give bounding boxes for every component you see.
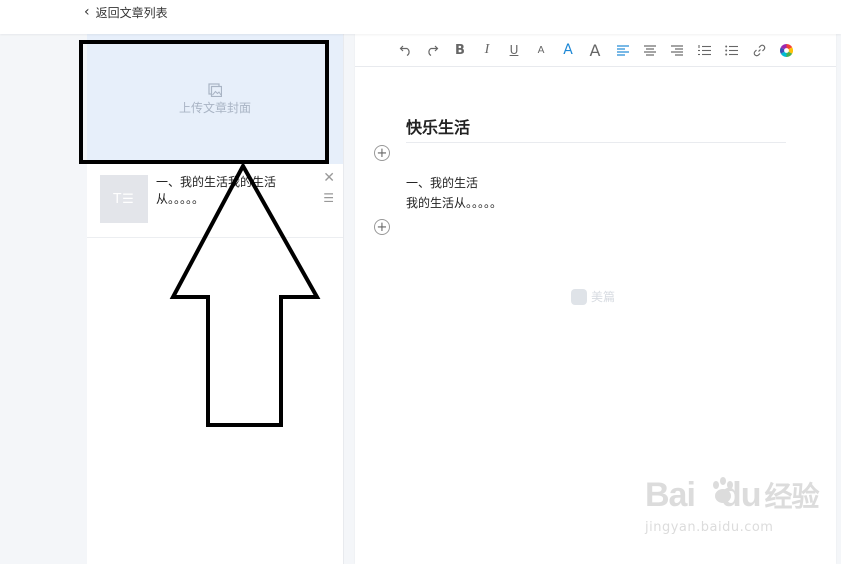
article-item-title: 一、我的生活我的生活 从。。。。。	[156, 174, 316, 208]
link-icon[interactable]	[750, 42, 768, 58]
article-thumbnail: T☰	[100, 175, 148, 223]
ordered-list-icon[interactable]	[695, 42, 713, 58]
align-right-icon[interactable]	[668, 42, 686, 58]
meipian-watermark: 美篇	[571, 288, 615, 305]
redo-icon[interactable]	[423, 42, 441, 58]
article-sidebar: 上传文章封面 T☰ 一、我的生活我的生活 从。。。。。 ✕ ☰	[87, 34, 344, 564]
meipian-logo-icon	[571, 288, 587, 305]
add-block-plus-icon[interactable]: +	[374, 219, 390, 235]
article-title-line-2: 从。。。。。	[156, 192, 205, 206]
back-link-label: 返回文章列表	[95, 5, 168, 20]
color-wheel-icon[interactable]	[777, 42, 795, 58]
bullet-list-icon[interactable]	[722, 42, 740, 58]
editor-toolbar: B I U A A A	[355, 34, 836, 67]
top-bar: ‹ 返回文章列表	[0, 0, 841, 34]
watermark-text: 美篇	[591, 290, 616, 304]
back-to-article-list-link[interactable]: ‹ 返回文章列表	[84, 4, 168, 20]
font-size-large-button[interactable]: A	[586, 41, 604, 60]
underline-button[interactable]: U	[505, 42, 523, 58]
baidu-url-text: jingyan.baidu.com	[645, 520, 774, 535]
align-center-icon[interactable]	[641, 42, 659, 58]
align-left-icon[interactable]	[614, 42, 632, 58]
drag-menu-icon[interactable]: ☰	[323, 191, 334, 205]
undo-icon[interactable]	[397, 42, 415, 58]
article-list-item[interactable]: T☰ 一、我的生活我的生活 从。。。。。 ✕ ☰	[87, 164, 343, 238]
baidu-jingyan-watermark: Bai du 经验 jingyan.baidu.com	[645, 477, 819, 535]
title-divider	[406, 142, 786, 143]
font-size-small-button[interactable]: A	[532, 42, 550, 58]
chevron-left-icon: ‹	[84, 4, 90, 20]
image-upload-icon	[208, 82, 222, 97]
bold-button[interactable]: B	[451, 42, 469, 58]
cover-upload-area[interactable]: 上传文章封面	[87, 34, 343, 164]
add-block-plus-icon[interactable]: +	[374, 145, 390, 161]
baidu-paw-icon	[713, 477, 733, 503]
body-text-line-1[interactable]: 一、我的生活	[406, 174, 478, 191]
font-color-button[interactable]: A	[559, 42, 577, 58]
article-title[interactable]: 快乐生活	[406, 114, 470, 138]
article-title-line-1: 一、我的生活我的生活	[156, 175, 277, 189]
text-thumbnail-icon: T☰	[113, 191, 135, 207]
italic-button[interactable]: I	[478, 42, 496, 58]
cover-upload-label: 上传文章封面	[178, 100, 251, 115]
close-icon[interactable]: ✕	[323, 170, 335, 186]
body-text-line-2[interactable]: 我的生活从。。。。。	[406, 194, 502, 211]
